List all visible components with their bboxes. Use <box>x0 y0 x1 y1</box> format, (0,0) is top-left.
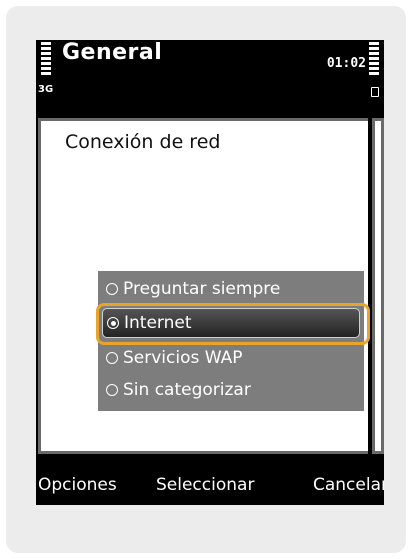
option-label: Internet <box>124 313 192 333</box>
option-label: Servicios WAP <box>123 348 243 368</box>
network-type: 3G <box>38 84 54 95</box>
cancel-softkey[interactable]: Cancelar <box>313 475 384 495</box>
option-internet[interactable]: Internet <box>102 308 360 338</box>
softkey-bar: Opciones Seleccionar Cancelar <box>36 473 384 505</box>
battery-level-icon <box>369 42 379 77</box>
radio-unchecked-icon <box>106 283 118 295</box>
radio-unchecked-icon <box>106 352 118 364</box>
connection-options-list: Preguntar siempre Internet Servicios WAP… <box>98 271 364 411</box>
radio-unchecked-icon <box>106 384 118 396</box>
scrollbar[interactable] <box>372 118 384 454</box>
page-heading: Conexión de red <box>65 131 221 153</box>
select-softkey[interactable]: Seleccionar <box>156 475 254 495</box>
option-sin-categorizar[interactable]: Sin categorizar <box>102 375 360 405</box>
option-preguntar-siempre[interactable]: Preguntar siempre <box>102 274 360 304</box>
option-label: Preguntar siempre <box>123 279 281 299</box>
clock: 01:02 <box>326 56 366 71</box>
app-title: General <box>62 40 163 65</box>
option-servicios-wap[interactable]: Servicios WAP <box>102 343 360 373</box>
option-label: Sin categorizar <box>123 380 251 400</box>
radio-checked-icon <box>107 317 119 329</box>
battery-icon <box>371 87 379 97</box>
signal-strength-icon <box>41 42 51 77</box>
options-softkey[interactable]: Opciones <box>38 475 117 495</box>
